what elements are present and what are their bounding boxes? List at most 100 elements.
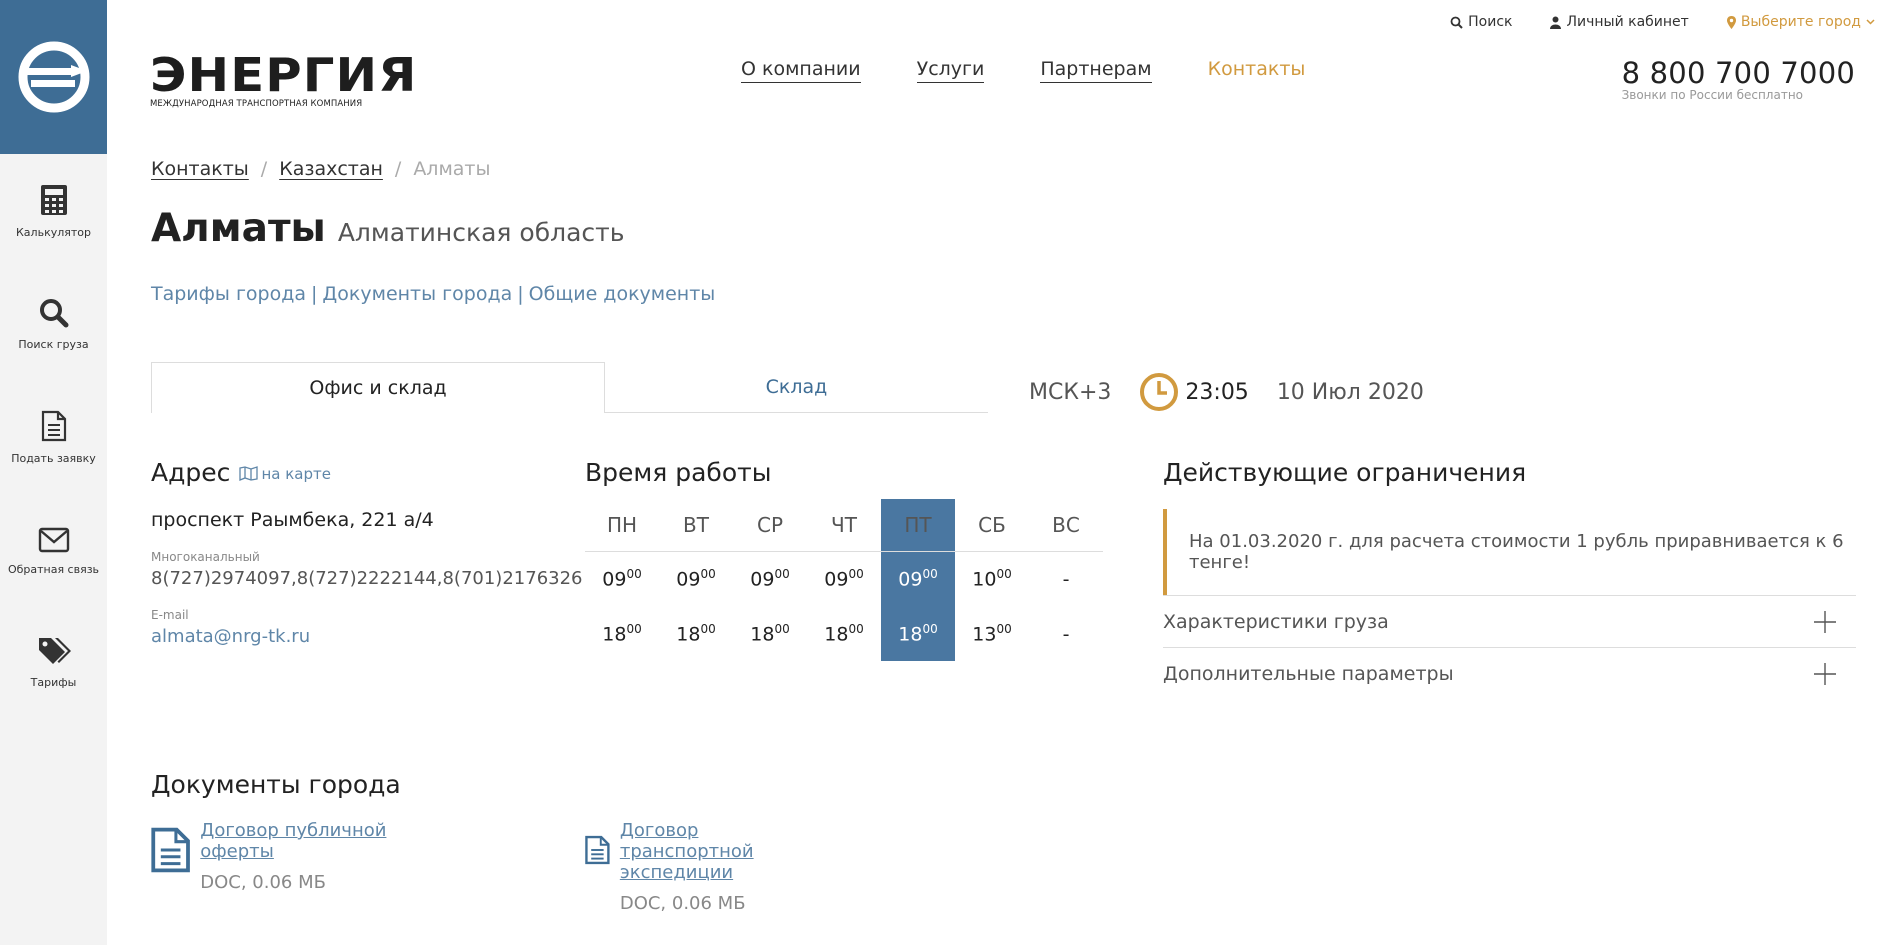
sidebar-item-label: Подать заявку [11,452,96,465]
close-minute: 00 [848,621,864,636]
chevron-down-icon [1866,19,1875,25]
nav-partners[interactable]: Партнерам [1040,58,1152,83]
personal-cabinet-link[interactable]: Личный кабинет [1550,14,1689,30]
phone-number[interactable]: 8 800 700 7000 [1622,56,1855,90]
close-hour: - [1062,623,1070,646]
sidebar-item-request[interactable]: Подать заявку [0,410,107,465]
close-time-cell: 1800 [807,606,881,661]
map-link-label: на карте [261,464,331,483]
logo[interactable] [0,0,107,154]
open-hour: 09 [676,568,701,591]
tab-office-warehouse[interactable]: Офис и склад [151,362,605,413]
sidebar-item-feedback[interactable]: Обратная связь [0,527,107,576]
show-on-map-link[interactable]: на карте [239,465,331,483]
nav-about[interactable]: О компании [741,58,861,83]
top-links: Поиск Личный кабинет Выберите город [1450,14,1875,30]
timezone: МСК+3 [1029,379,1112,405]
breadcrumb-separator: / [260,158,268,180]
open-hour: 09 [824,568,849,591]
document-item[interactable]: Договор публичной оферты DOC, 0.06 МБ [151,820,401,893]
city-tariffs-link[interactable]: Тарифы города [151,283,306,305]
sidebar-item-calculator[interactable]: Калькулятор [0,184,107,239]
close-hour: 18 [602,623,627,646]
day-header: ВС [1029,499,1103,552]
nav-contacts[interactable]: Контакты [1208,58,1306,83]
open-time-cell: 0900 [659,551,733,606]
restrictions-heading: Действующие ограничения [1163,458,1527,487]
phone-label: Многоканальный [151,550,260,564]
general-documents-link[interactable]: Общие документы [529,283,716,305]
sidebar-item-tariffs[interactable]: Тарифы [0,636,107,689]
open-time-cell: 0900 [585,551,659,606]
search-icon [39,299,68,328]
document-title[interactable]: Договор транспортной экспедиции [620,820,781,883]
city-sub-links: Тарифы города | Документы города | Общие док… [151,283,715,305]
day-header: ПН [585,499,659,552]
user-icon [1550,16,1562,29]
close-minute: 00 [922,621,938,636]
local-time: 23:05 [1185,379,1249,405]
email-link[interactable]: almata@nrg-tk.ru [151,626,551,647]
sidebar-item-label: Поиск груза [18,338,89,351]
working-hours-section: Время работы ПН ВТ СР ЧТ ПТ СБ ВС 0900 0900 0900… [585,458,1103,661]
top-search-link[interactable]: Поиск [1450,14,1512,30]
office-tabs: Офис и склад Склад [151,362,988,413]
phone-note: Звонки по России бесплатно [1621,88,1804,102]
close-hour: 18 [824,623,849,646]
open-time-cell: 0900 [733,551,807,606]
energy-logo-icon [18,41,89,113]
breadcrumb-current: Алматы [413,158,491,180]
restriction-notice: На 01.03.2020 г. для расчета стоимости 1… [1163,509,1856,595]
day-header: ВТ [659,499,733,552]
brand[interactable]: ЭНЕРГИЯ МЕЖДУНАРОДНАЯ ТРАНСПОРТНАЯ КОМПА… [150,52,416,109]
open-hour: 09 [750,568,775,591]
day-header: ЧТ [807,499,881,552]
open-minute: 00 [848,567,864,582]
close-time-cell: 1800 [659,606,733,661]
sidebar: Калькулятор Поиск груза Подать заявку Об… [0,0,107,945]
sidebar-item-cargo-search[interactable]: Поиск груза [0,298,107,351]
close-time-cell: 1800 [881,606,955,661]
plus-icon [1814,610,1836,633]
city-documents-section: Документы города Договор публичной оферт… [151,770,754,914]
tab-warehouse[interactable]: Склад [605,362,988,413]
accordion-additional-params[interactable]: Дополнительные параметры [1163,647,1856,699]
link-divider: | [311,283,318,305]
working-hours-heading: Время работы [585,458,772,487]
document-meta: DOC, 0.06 МБ [200,872,326,893]
breadcrumb: Контакты / Казахстан / Алматы [151,158,491,180]
map-icon [239,466,259,481]
document-icon [41,410,66,442]
hours-table: ПН ВТ СР ЧТ ПТ СБ ВС 0900 0900 0900 0900 0900 1000-… [585,499,1103,661]
sidebar-item-label: Тарифы [30,676,77,689]
local-date: 10 Июл 2020 [1276,379,1424,405]
sidebar-item-label: Обратная связь [7,563,100,576]
street-address: проспект Раымбека, 221 а/4 [151,509,434,531]
close-hour: 18 [676,623,701,646]
open-time-cell: 0900 [881,551,955,606]
day-header: СР [733,499,807,552]
accordion-label: Характеристики груза [1163,610,1389,633]
clock-icon [1140,373,1179,411]
document-title[interactable]: Договор публичной оферты [200,820,401,862]
city-documents-link[interactable]: Документы города [322,283,512,305]
open-minute: 00 [922,567,938,582]
day-header: ПТ [881,499,955,552]
accordion-cargo-characteristics[interactable]: Характеристики груза [1163,595,1856,647]
city-selector[interactable]: Выберите город [1726,14,1875,30]
close-hour: 13 [972,623,997,646]
breadcrumb-contacts[interactable]: Контакты [151,158,249,180]
document-meta: DOC, 0.06 МБ [619,893,746,914]
documents-heading: Документы города [151,770,401,799]
breadcrumb-kazakhstan[interactable]: Казахстан [279,158,383,180]
open-minute: 00 [626,567,642,582]
calculator-icon [40,185,67,215]
map-marker-icon [1726,15,1736,29]
close-time-cell: - [1029,606,1103,661]
phone-block: 8 800 700 7000 Звонки по России бесплатн… [1622,56,1855,102]
close-hour: 18 [750,623,775,646]
main-nav: О компании Услуги Партнерам Контакты [741,58,1305,83]
nav-services[interactable]: Услуги [916,58,985,83]
sidebar-item-label: Калькулятор [16,226,91,239]
document-item[interactable]: Договор транспортной экспедиции DOC, 0.0… [585,820,781,914]
